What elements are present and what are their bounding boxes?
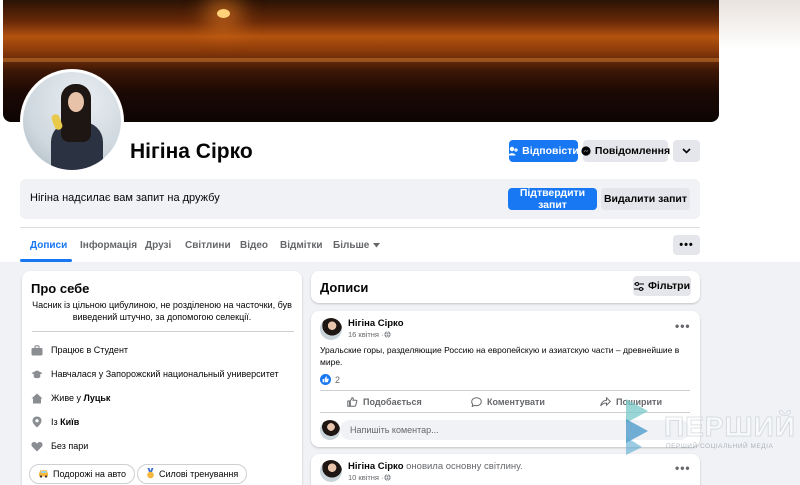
intro-education-text: Навчалася у Запорожский национальный уни… — [51, 369, 279, 379]
confirm-request-label: Підтвердити запит — [519, 187, 586, 211]
share-icon — [600, 397, 611, 407]
like-button[interactable]: Подобається — [347, 397, 422, 407]
comment-placeholder: Напишіть коментар... — [350, 425, 439, 435]
more-actions-button[interactable] — [673, 140, 700, 162]
heart-icon — [31, 440, 43, 452]
tab-videos[interactable]: Відео — [240, 240, 268, 251]
post-author-name[interactable]: Нігіна Сірко — [348, 461, 404, 472]
post-date[interactable]: 16 квітня · — [348, 330, 391, 339]
cover-sun — [217, 9, 230, 18]
post-text: Уральские горы, разделяющие Россию на ев… — [320, 345, 680, 367]
friend-request-text: Нігіна надсилає вам запит на дружбу — [30, 192, 220, 204]
intro-relationship: Без пари — [31, 440, 88, 452]
ellipsis-icon: ••• — [679, 239, 694, 251]
tabs-more-options-button[interactable]: ••• — [673, 235, 700, 255]
intro-from-city[interactable]: Київ — [60, 417, 79, 427]
intro-education: Навчалася у Запорожский национальный уни… — [31, 368, 279, 380]
filters-label: Фільтри — [647, 280, 691, 292]
chevron-down-icon — [682, 148, 691, 154]
caret-down-icon — [373, 243, 381, 248]
share-label: Поширити — [616, 397, 662, 407]
person-icon — [508, 146, 519, 156]
posts-header-title: Дописи — [320, 280, 369, 295]
tab-more-label: Більше — [333, 240, 370, 251]
intro-from: Із Київ — [31, 416, 79, 428]
friend-request-banner: Нігіна надсилає вам запит на дружбу — [20, 179, 700, 219]
active-tab-indicator — [20, 259, 72, 262]
intro-title: Про себе — [31, 281, 90, 296]
respond-label: Відповісти — [522, 145, 579, 157]
like-label: Подобається — [363, 397, 422, 407]
avatar-photo — [23, 72, 121, 170]
post-actions-divider-bottom — [320, 412, 690, 413]
cover-horizon — [3, 58, 719, 62]
intro-from-prefix: Із — [51, 417, 61, 427]
tab-tags[interactable]: Відмітки — [280, 240, 323, 251]
delete-request-button[interactable]: Видалити запит — [601, 188, 690, 210]
post-author-name[interactable]: Нігіна Сірко — [348, 318, 404, 329]
post-date-text: 16 квітня · — [348, 330, 384, 339]
car-icon — [38, 469, 49, 480]
tab-posts[interactable]: Дописи — [30, 240, 67, 251]
intro-relationship-text: Без пари — [51, 441, 89, 451]
profile-header: Нігіна Сірко Відповісти Повідомлення Ніг… — [0, 0, 800, 262]
post-actions-divider-top — [320, 390, 690, 391]
post-like-count: 2 — [335, 374, 341, 385]
intro-work: Працює в Студент — [31, 344, 128, 356]
globe-icon — [383, 474, 391, 481]
post-options-button[interactable]: ••• — [675, 319, 691, 333]
comment-input[interactable]: Напишіть коментар... — [340, 420, 690, 440]
intro-bio: Часник із цільною цибулиною, не розділен… — [32, 300, 292, 323]
post-author-avatar[interactable] — [320, 318, 342, 340]
graduation-cap-icon — [31, 368, 43, 380]
profile-name: Нігіна Сірко — [130, 140, 253, 163]
hobby-chip-strength-training[interactable]: Силові тренування — [137, 464, 248, 484]
hobby-chip-car-travel[interactable]: Подорожі на авто — [29, 464, 136, 484]
delete-request-label: Видалити запит — [603, 193, 688, 205]
filters-button[interactable]: Фільтри — [633, 276, 691, 296]
comment-icon — [471, 397, 482, 407]
messenger-icon — [581, 146, 591, 156]
briefcase-icon — [31, 344, 43, 356]
post-author-avatar[interactable] — [320, 460, 342, 482]
filters-icon — [633, 281, 644, 291]
profile-avatar[interactable] — [20, 69, 124, 173]
tab-photos[interactable]: Світлини — [185, 240, 231, 251]
tab-about[interactable]: Інформація — [80, 240, 137, 251]
intro-card: Про себе Часник із цільною цибулиною, не… — [22, 271, 302, 485]
post-author-line: Нігіна Сірко оновила основну світлину. — [348, 461, 523, 472]
commenter-avatar — [320, 420, 340, 440]
confirm-request-button[interactable]: Підтвердити запит — [508, 187, 597, 211]
intro-divider — [32, 331, 294, 332]
comment-button[interactable]: Коментувати — [471, 397, 545, 407]
post-date-text: 10 квітня · — [348, 473, 384, 482]
message-button[interactable]: Повідомлення — [581, 140, 671, 162]
tab-more[interactable]: Більше — [333, 240, 381, 251]
tab-friends[interactable]: Друзі — [145, 240, 171, 251]
cover-edge-background — [719, 0, 800, 50]
thumbs-up-icon — [347, 397, 358, 407]
location-pin-icon — [31, 416, 43, 428]
intro-lives-city[interactable]: Луцьк — [84, 393, 111, 403]
respond-button[interactable]: Відповісти — [508, 140, 579, 162]
message-label: Повідомлення — [594, 145, 671, 157]
comment-label: Коментувати — [487, 397, 545, 407]
avatar-figure-face — [68, 92, 84, 112]
hobby-label-car-travel: Подорожі на авто — [53, 469, 127, 479]
hobby-label-strength-training: Силові тренування — [159, 469, 239, 479]
home-icon — [31, 392, 43, 404]
medal-icon — [146, 467, 155, 481]
post-date[interactable]: 10 квітня · — [348, 473, 391, 482]
share-button[interactable]: Поширити — [600, 397, 662, 407]
intro-lives: Живе у Луцьк — [31, 392, 110, 404]
tabs-divider — [20, 227, 700, 228]
like-reaction-icon — [320, 374, 331, 385]
intro-work-text: Працює в Студент — [51, 345, 129, 355]
intro-lives-prefix: Живе у — [51, 393, 84, 403]
post-reactions[interactable]: 2 — [320, 374, 340, 385]
post-options-button[interactable]: ••• — [675, 461, 691, 475]
globe-icon — [383, 331, 391, 338]
post-action-text: оновила основну світлину. — [403, 461, 523, 472]
